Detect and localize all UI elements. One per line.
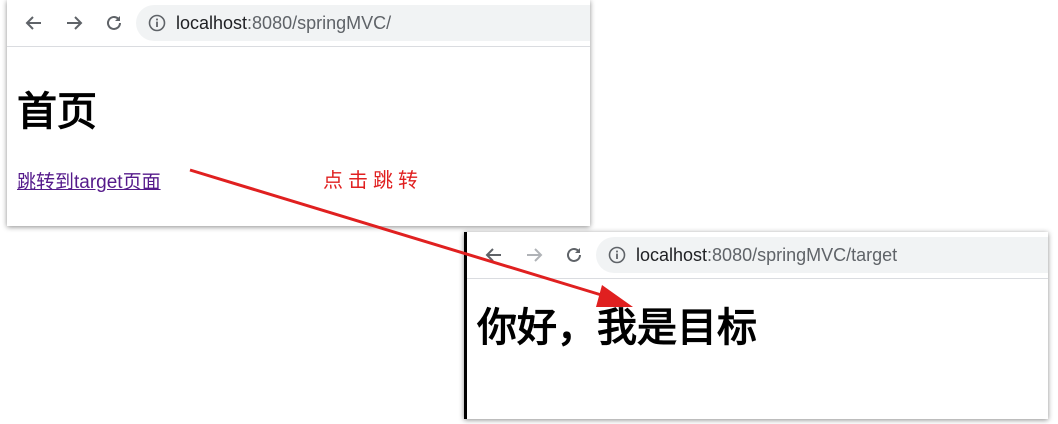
address-bar[interactable]: localhost:8080/springMVC/target <box>596 237 1048 273</box>
back-button[interactable] <box>14 3 54 43</box>
reload-button[interactable] <box>94 3 134 43</box>
reload-icon <box>107 15 121 30</box>
browser-toolbar: localhost:8080/springMVC/ <box>7 0 590 47</box>
forward-button[interactable] <box>514 235 554 275</box>
page-content: 你好，我是目标 <box>467 295 1048 353</box>
page-heading: 你好，我是目标 <box>477 306 757 350</box>
info-icon <box>608 246 626 264</box>
browser-window-target: localhost:8080/springMVC/target 你好，我是目标 <box>464 232 1048 419</box>
page-heading: 首页 <box>17 90 97 134</box>
browser-toolbar: localhost:8080/springMVC/target <box>467 232 1048 279</box>
forward-button[interactable] <box>54 3 94 43</box>
click-redirect-caption: 点击跳转 <box>323 168 423 192</box>
target-page-link[interactable]: 跳转到target页面 <box>17 167 161 194</box>
back-button[interactable] <box>474 235 514 275</box>
forward-arrow-icon <box>67 16 83 30</box>
url-host: localhost <box>176 12 248 33</box>
url-path: :8080/springMVC/ <box>247 12 392 33</box>
info-icon <box>148 14 166 32</box>
url-host: localhost <box>636 244 708 265</box>
forward-arrow-icon <box>527 248 543 262</box>
browser-window-home: localhost:8080/springMVC/ 首页 跳转到target页面 <box>7 0 590 226</box>
reload-icon <box>567 247 581 262</box>
page-content: 首页 跳转到target页面 <box>7 79 590 194</box>
reload-button[interactable] <box>554 235 594 275</box>
back-arrow-icon <box>485 248 501 262</box>
address-bar[interactable]: localhost:8080/springMVC/ <box>136 5 590 41</box>
url-path: :8080/springMVC/target <box>707 244 898 265</box>
back-arrow-icon <box>25 16 41 30</box>
